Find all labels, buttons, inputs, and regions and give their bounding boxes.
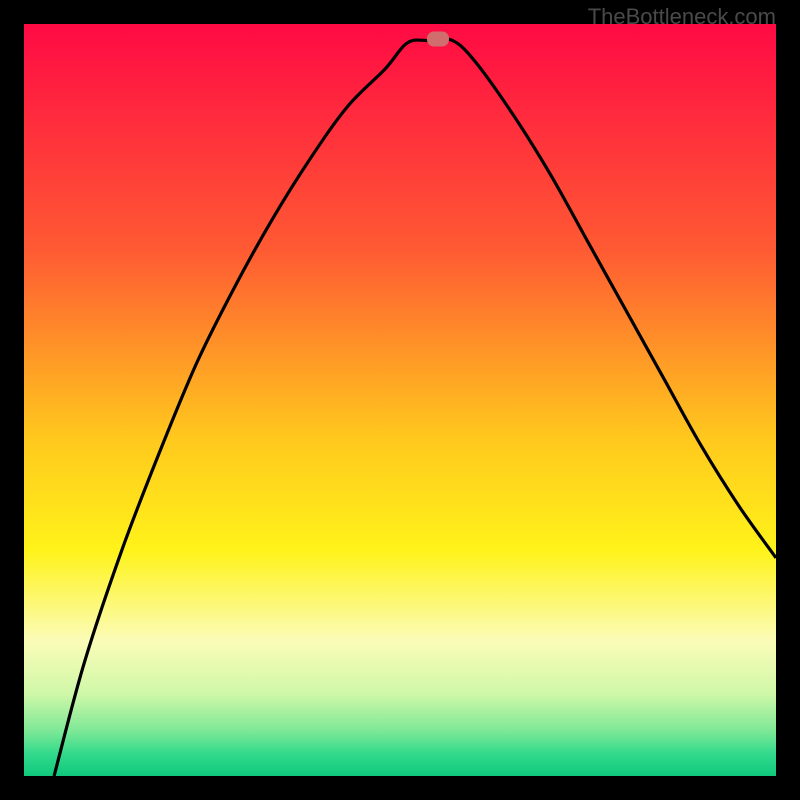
optimal-marker <box>427 32 449 47</box>
watermark: TheBottleneck.com <box>588 4 776 30</box>
plot-area <box>24 24 776 776</box>
bottleneck-curve <box>24 24 776 776</box>
